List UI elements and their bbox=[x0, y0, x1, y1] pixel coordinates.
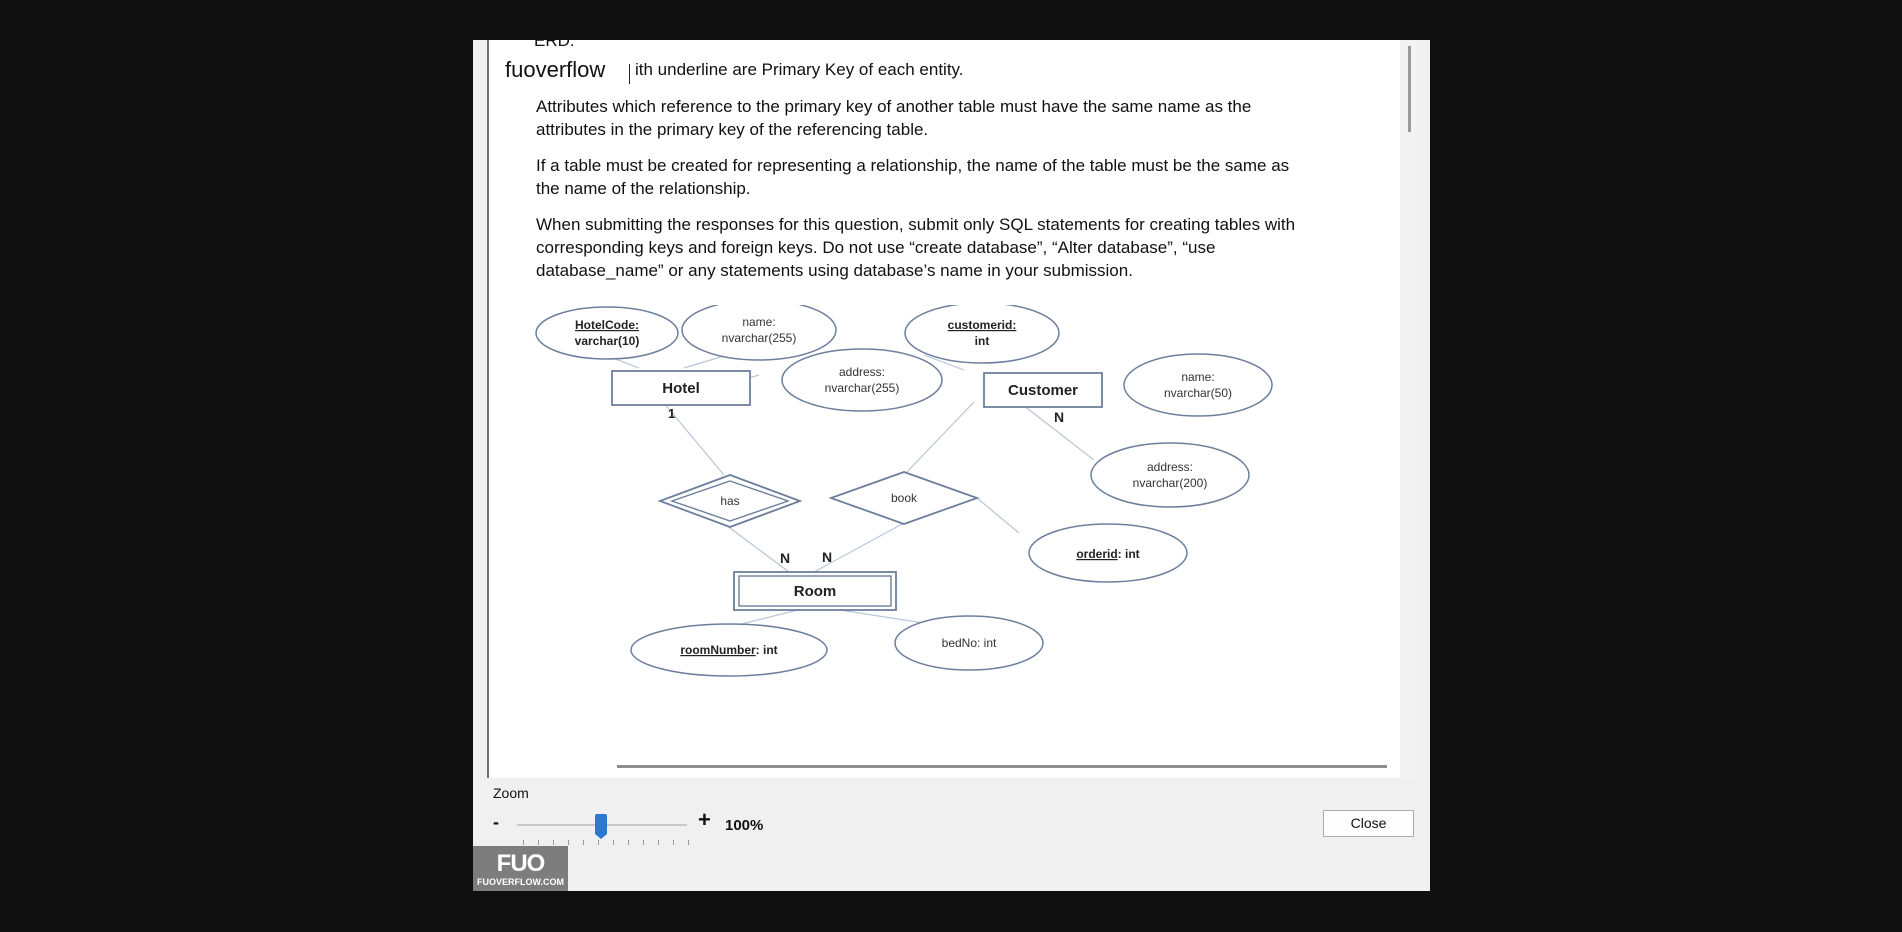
svg-text:book: book bbox=[891, 491, 918, 505]
attribute-roomnumber: roomNumber: int bbox=[630, 623, 828, 677]
attribute-customer-name: name: nvarchar(50) bbox=[1123, 353, 1273, 417]
vertical-scrollbar-thumb[interactable] bbox=[1408, 46, 1411, 132]
svg-text:has: has bbox=[720, 494, 739, 508]
attribute-hotel-name: name: nvarchar(255) bbox=[681, 305, 837, 361]
svg-text:Customer: Customer bbox=[1008, 382, 1078, 399]
zoom-label: Zoom bbox=[493, 785, 529, 801]
svg-text:roomNumber: int: roomNumber: int bbox=[680, 643, 777, 657]
svg-text:orderid: int: orderid: int bbox=[1076, 547, 1139, 561]
er-diagram: HotelCode: varchar(10) name: nvarchar(25… bbox=[535, 305, 1273, 677]
svg-text:nvarchar(255): nvarchar(255) bbox=[722, 331, 797, 345]
entity-customer: Customer bbox=[983, 372, 1103, 408]
svg-text:int: int bbox=[975, 334, 990, 348]
svg-text:nvarchar(255): nvarchar(255) bbox=[825, 381, 900, 395]
svg-text:address:: address: bbox=[839, 365, 885, 379]
cardinality-room-book: N bbox=[822, 549, 832, 565]
document-viewport: ERD: ith underline are Primary Key of ea… bbox=[487, 40, 1402, 778]
logo-text: FUOVERFLOW.COM bbox=[477, 877, 564, 887]
hotelcode-key-text: HotelCode: bbox=[575, 318, 639, 332]
relationship-book: book bbox=[828, 471, 980, 525]
zoom-value: 100% bbox=[725, 817, 764, 834]
zoom-slider-thumb[interactable] bbox=[595, 814, 607, 839]
cut-off-heading: ERD: bbox=[534, 40, 575, 50]
svg-text:bedNo: int: bedNo: int bbox=[942, 636, 997, 650]
svg-text:nvarchar(200): nvarchar(200) bbox=[1133, 476, 1208, 490]
watermark-label: fuoverflow bbox=[502, 57, 609, 83]
entity-hotel: Hotel bbox=[611, 370, 751, 406]
attribute-customerid: customerid: int bbox=[904, 305, 1060, 364]
attribute-hotelcode: HotelCode: varchar(10) bbox=[535, 306, 679, 360]
paragraph-foreign-key-rule: Attributes which reference to the primar… bbox=[536, 97, 1252, 139]
entity-room[interactable]: Room bbox=[733, 571, 897, 611]
logo-mark: FUO bbox=[496, 850, 546, 877]
vertical-scrollbar[interactable] bbox=[1400, 40, 1416, 778]
hotelcode-type-text: varchar(10) bbox=[575, 334, 640, 348]
svg-text:customerid:: customerid: bbox=[948, 318, 1017, 332]
svg-text:Hotel: Hotel bbox=[662, 380, 700, 397]
fuoverflow-logo: FUO FUOVERFLOW.COM bbox=[473, 846, 568, 891]
attribute-bedno: bedNo: int bbox=[894, 615, 1044, 671]
document-viewer-window: ERD: ith underline are Primary Key of ea… bbox=[473, 40, 1430, 891]
svg-text:name:: name: bbox=[1181, 370, 1214, 384]
attribute-orderid: orderid: int bbox=[1028, 523, 1188, 583]
close-button[interactable]: Close bbox=[1323, 810, 1414, 837]
paragraph-relationship-table-rule: If a table must be created for represent… bbox=[536, 156, 1290, 198]
svg-text:Room: Room bbox=[794, 583, 837, 600]
primary-key-note: ith underline are Primary Key of each en… bbox=[635, 60, 964, 79]
text-caret bbox=[629, 64, 630, 84]
zoom-out-button[interactable]: - bbox=[493, 812, 499, 833]
zoom-in-button[interactable]: + bbox=[698, 807, 711, 833]
svg-text:address:: address: bbox=[1147, 460, 1193, 474]
cardinality-hotel-has: 1 bbox=[668, 406, 675, 421]
cardinality-customer-book: N bbox=[1054, 409, 1064, 425]
svg-text:name:: name: bbox=[742, 315, 775, 329]
attribute-customer-address: address: nvarchar(200) bbox=[1090, 442, 1250, 508]
paragraph-submission-rule: When submitting the responses for this q… bbox=[536, 215, 1296, 280]
svg-text:nvarchar(50): nvarchar(50) bbox=[1164, 386, 1232, 400]
relationship-has: has bbox=[657, 474, 803, 528]
horizontal-scrollbar[interactable] bbox=[617, 765, 1387, 768]
attribute-hotel-address: address: nvarchar(255) bbox=[781, 348, 943, 412]
cardinality-room-has: N bbox=[780, 550, 790, 566]
